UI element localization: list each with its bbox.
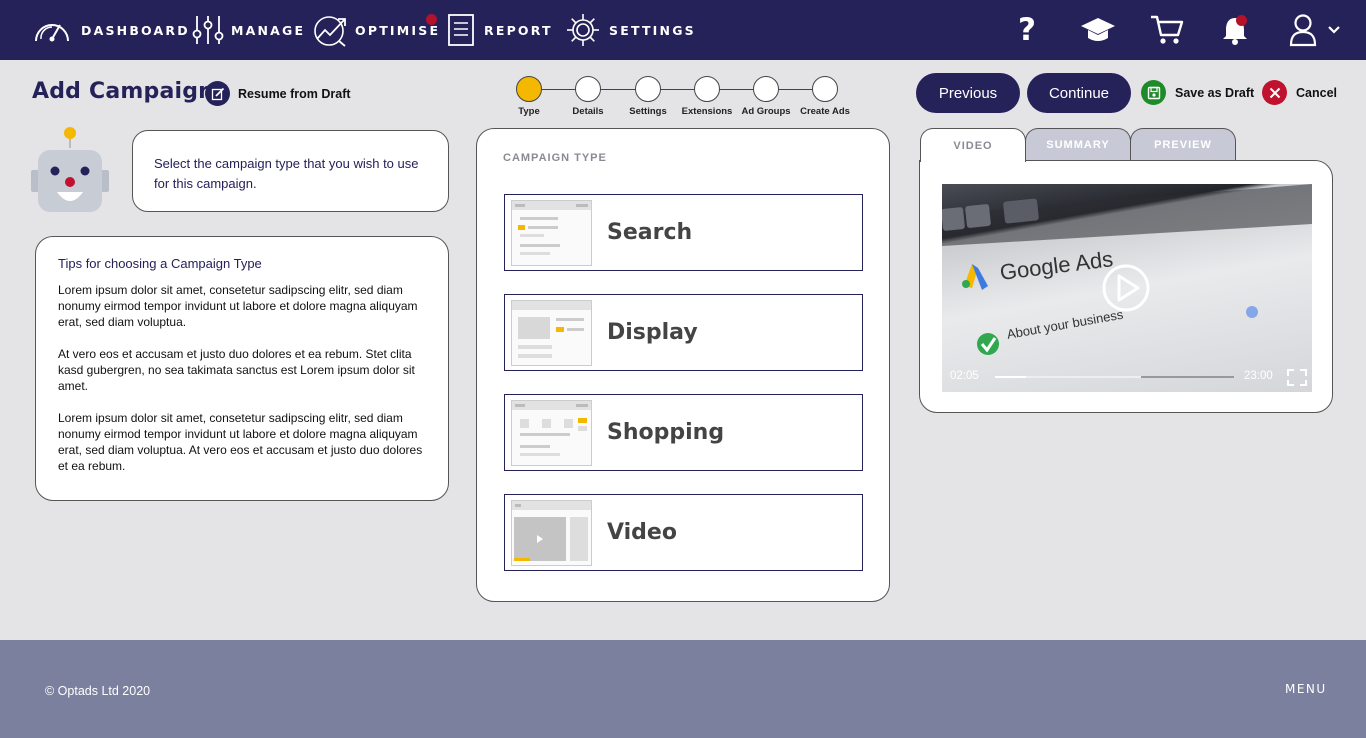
robot-icon xyxy=(31,127,109,212)
trend-chart-icon xyxy=(314,16,346,47)
campaign-option-label: Display xyxy=(607,320,698,345)
step-label: Create Ads xyxy=(800,106,850,117)
help-icon: ? xyxy=(1018,12,1036,48)
shopping-thumbnail-icon xyxy=(511,400,592,466)
video-tab-panel: Google Ads About your business 02:05 23:… xyxy=(919,160,1333,413)
save-icon xyxy=(1141,80,1166,105)
step-circle xyxy=(635,76,661,102)
tips-panel: Tips for choosing a Campaign Type Lorem … xyxy=(35,236,449,501)
tab-preview[interactable]: PREVIEW xyxy=(1130,128,1236,161)
video-player[interactable]: Google Ads About your business 02:05 23:… xyxy=(942,184,1312,392)
nav-optimise[interactable]: OPTIMISE xyxy=(313,0,440,60)
copyright-text: © Optads Ltd 2020 xyxy=(45,684,151,698)
cancel-button[interactable]: Cancel xyxy=(1262,80,1337,105)
progress-stepper: Type Details Settings Extensions Ad Grou… xyxy=(500,76,870,122)
nav-manage[interactable]: MANAGE xyxy=(192,0,305,60)
step-label: Ad Groups xyxy=(741,106,791,117)
sliders-icon xyxy=(192,16,224,44)
step-circle xyxy=(753,76,779,102)
top-nav: DASHBOARD MANAGE OPTIMISE REPORT SETTING… xyxy=(0,0,1366,60)
step-label: Extensions xyxy=(681,106,733,117)
video-duration: 23:00 xyxy=(1244,370,1273,382)
assistant-message: Select the campaign type that you wish t… xyxy=(132,130,449,212)
footer: © Optads Ltd 2020 MENU xyxy=(0,640,1366,738)
cart-button[interactable] xyxy=(1148,0,1186,60)
gauge-icon xyxy=(35,24,69,42)
graduation-cap-icon xyxy=(1081,18,1115,41)
campaign-option-search[interactable]: Search xyxy=(504,194,863,271)
video-current-time: 02:05 xyxy=(950,370,979,382)
save-as-draft-button[interactable]: Save as Draft xyxy=(1141,80,1254,105)
nav-report[interactable]: REPORT xyxy=(447,0,553,60)
bell-notification-dot xyxy=(1236,15,1247,26)
edit-icon xyxy=(205,81,230,106)
resume-from-draft-button[interactable]: Resume from Draft xyxy=(205,81,351,106)
step-create-ads[interactable]: Create Ads xyxy=(795,76,855,117)
step-type[interactable]: Type xyxy=(499,76,559,117)
document-icon xyxy=(448,14,474,46)
help-button[interactable]: ? xyxy=(1012,0,1042,60)
footer-menu-button[interactable]: MENU xyxy=(1285,682,1327,696)
step-label: Type xyxy=(518,106,540,117)
learning-button[interactable] xyxy=(1078,0,1118,60)
robot-assistant-avatar xyxy=(30,126,112,216)
resume-label: Resume from Draft xyxy=(238,86,351,101)
tips-paragraph: At vero eos et accusam et justo duo dolo… xyxy=(58,347,415,393)
campaign-type-heading: CAMPAIGN TYPE xyxy=(503,152,607,164)
nav-report-label: REPORT xyxy=(484,22,553,38)
gear-icon xyxy=(567,14,599,46)
tips-paragraph: Lorem ipsum dolor sit amet, consetetur s… xyxy=(58,283,418,329)
save-label: Save as Draft xyxy=(1175,85,1255,100)
search-thumbnail-icon xyxy=(511,200,592,266)
campaign-option-label: Shopping xyxy=(607,420,725,445)
step-circle xyxy=(575,76,601,102)
fullscreen-icon[interactable] xyxy=(1285,367,1309,388)
chevron-down-icon xyxy=(1327,26,1340,34)
campaign-type-panel: CAMPAIGN TYPE Search Display Shopping Vi… xyxy=(476,128,890,602)
tab-video[interactable]: VIDEO xyxy=(920,128,1026,162)
tab-summary[interactable]: SUMMARY xyxy=(1025,128,1131,161)
close-icon xyxy=(1262,80,1287,105)
tips-title: Tips for choosing a Campaign Type xyxy=(58,256,262,271)
tips-paragraph: Lorem ipsum dolor sit amet, consetetur s… xyxy=(58,411,423,473)
display-thumbnail-icon xyxy=(511,300,592,366)
notifications-button[interactable] xyxy=(1218,0,1252,60)
step-circle xyxy=(812,76,838,102)
step-label: Settings xyxy=(629,106,667,117)
nav-settings-label: SETTINGS xyxy=(609,22,696,38)
nav-dashboard[interactable]: DASHBOARD xyxy=(32,0,190,60)
cart-icon xyxy=(1151,15,1184,44)
nav-dashboard-label: DASHBOARD xyxy=(81,22,190,38)
step-ad-groups[interactable]: Ad Groups xyxy=(736,76,796,117)
step-details[interactable]: Details xyxy=(558,76,618,117)
nav-optimise-label: OPTIMISE xyxy=(355,22,441,38)
campaign-option-shopping[interactable]: Shopping xyxy=(504,394,863,471)
user-menu-button[interactable] xyxy=(1284,0,1344,60)
step-label: Details xyxy=(572,106,604,117)
campaign-option-video[interactable]: Video xyxy=(504,494,863,571)
step-circle xyxy=(694,76,720,102)
step-circle xyxy=(516,76,542,102)
campaign-option-label: Search xyxy=(607,220,693,245)
user-icon xyxy=(1289,14,1316,47)
play-icon[interactable] xyxy=(1102,264,1150,312)
campaign-option-label: Video xyxy=(607,520,677,545)
step-settings[interactable]: Settings xyxy=(618,76,678,117)
previous-button[interactable]: Previous xyxy=(916,73,1020,113)
nav-manage-label: MANAGE xyxy=(231,22,306,38)
video-progress-bar[interactable] xyxy=(995,372,1234,382)
cancel-label: Cancel xyxy=(1296,85,1337,100)
video-thumbnail-icon xyxy=(511,500,592,566)
page-title: Add Campaign xyxy=(32,79,215,104)
nav-settings[interactable]: SETTINGS xyxy=(565,0,696,60)
step-extensions[interactable]: Extensions xyxy=(677,76,737,117)
optimise-notification-dot xyxy=(426,14,437,25)
continue-button[interactable]: Continue xyxy=(1027,73,1131,113)
campaign-option-display[interactable]: Display xyxy=(504,294,863,371)
